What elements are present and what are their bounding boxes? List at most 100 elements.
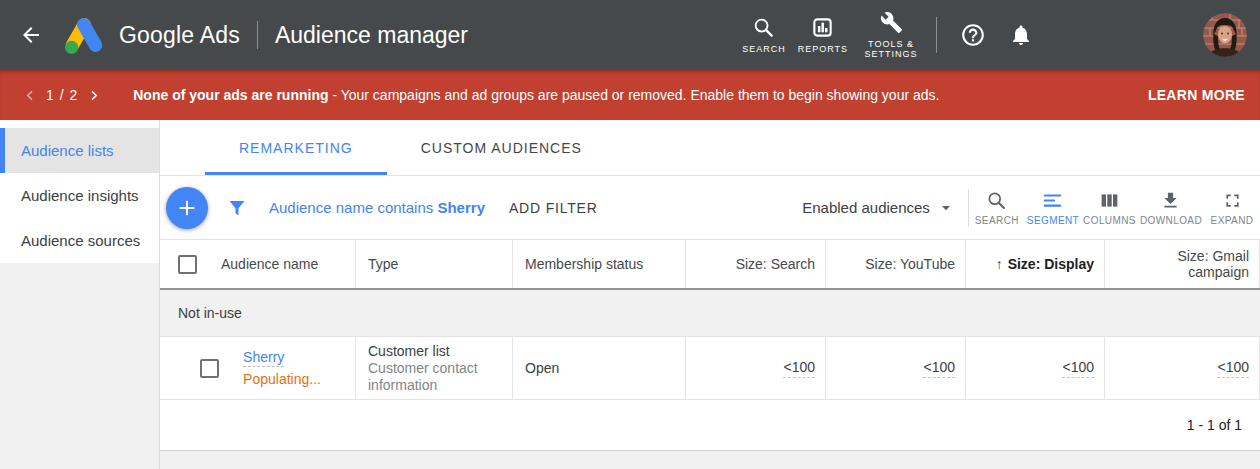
size-value: <100	[783, 359, 815, 378]
table-footer: 1 - 1 of 1	[160, 400, 1260, 450]
help-button[interactable]	[960, 22, 986, 48]
help-icon	[960, 22, 986, 48]
row-checkbox[interactable]	[200, 359, 219, 378]
topbar-left: Google Ads Audience manager	[0, 15, 468, 55]
sidebar: Audience lists Audience insights Audienc…	[0, 120, 160, 469]
account-avatar[interactable]	[1203, 13, 1247, 57]
wrench-icon	[880, 11, 903, 34]
topbar-divider	[257, 21, 258, 49]
alert-banner: 1 / 2 None of your ads are running - You…	[0, 70, 1260, 120]
action-label: EXPAND	[1211, 215, 1254, 226]
column-label: Membership status	[525, 256, 643, 272]
chevron-down-icon	[940, 202, 952, 214]
header-audience-name: Audience name	[160, 240, 356, 288]
notifications-button[interactable]	[1009, 23, 1033, 47]
download-icon	[1160, 190, 1181, 211]
table-header-row: Audience name Type Membership status Siz…	[160, 240, 1260, 288]
segment-action-button[interactable]: SEGMENT	[1025, 190, 1081, 226]
active-filter-chip[interactable]: Audience name contains Sherry	[269, 199, 485, 216]
google-ads-logo-icon[interactable]	[61, 15, 107, 55]
header-size-display[interactable]: ↑ Size: Display	[966, 240, 1105, 288]
banner-prev-button[interactable]	[23, 88, 37, 103]
add-filter-button[interactable]: ADD FILTER	[509, 200, 598, 216]
tab-label: CUSTOM AUDIENCES	[421, 140, 582, 156]
main-panel: REMARKETING CUSTOM AUDIENCES Audience na…	[160, 120, 1260, 469]
main-card: REMARKETING CUSTOM AUDIENCES Audience na…	[160, 120, 1260, 451]
banner-message: None of your ads are running - Your camp…	[133, 87, 939, 103]
columns-icon	[1099, 190, 1120, 211]
sidebar-item-audience-sources[interactable]: Audience sources	[0, 218, 159, 263]
pagination-label: 1 - 1 of 1	[1187, 417, 1242, 433]
action-label: COLUMNS	[1083, 215, 1136, 226]
search-icon	[986, 190, 1007, 211]
audience-name-link[interactable]: Sherry	[243, 349, 284, 367]
header-size-youtube[interactable]: Size: YouTube	[826, 240, 966, 288]
membership-value: Open	[525, 360, 673, 376]
cell-size-gmail: <100	[1105, 337, 1260, 399]
banner-message-rest: - Your campaigns and ad groups are pause…	[329, 87, 940, 103]
sidebar-item-label: Audience insights	[21, 187, 139, 204]
filter-icon[interactable]	[225, 196, 249, 220]
cell-audience-name: Sherry Populating...	[160, 337, 356, 399]
audience-view-select[interactable]: Enabled audiences	[802, 199, 952, 216]
view-select-value: Enabled audiences	[802, 199, 930, 216]
topbar-tools-button[interactable]: TOOLS & SETTINGS	[854, 11, 928, 59]
populating-status: Populating...	[243, 368, 321, 390]
select-all-checkbox[interactable]	[178, 255, 197, 274]
banner-next-button[interactable]	[87, 88, 101, 103]
expand-action-button[interactable]: EXPAND	[1204, 190, 1260, 226]
size-value: <100	[923, 359, 955, 378]
column-label: Size: Display	[1008, 256, 1094, 272]
download-action-button[interactable]: DOWNLOAD	[1138, 190, 1204, 226]
plus-icon	[176, 197, 198, 219]
topbar-right: SEARCH REPORTS TOOLS & SETTINGS	[736, 11, 1260, 59]
table-actions: SEARCH SEGMENT COLUMNS DOWNLOAD	[969, 190, 1260, 226]
back-arrow-icon[interactable]	[19, 23, 43, 47]
banner-pager: 1 / 2	[46, 87, 78, 103]
column-label: Type	[368, 256, 398, 272]
table-toolbar: Audience name contains Sherry ADD FILTER…	[160, 176, 1260, 240]
tab-label: REMARKETING	[239, 140, 353, 156]
sidebar-item-label: Audience lists	[21, 142, 114, 159]
filter-prefix: Audience name contains	[269, 199, 437, 216]
table-row: Sherry Populating... Customer list Custo…	[160, 337, 1260, 400]
column-label: Size: Search	[736, 256, 815, 272]
search-action-button[interactable]: SEARCH	[969, 190, 1025, 226]
cell-type: Customer list Customer contact informati…	[356, 337, 513, 399]
cell-size-youtube: <100	[826, 337, 966, 399]
column-label: Size: YouTube	[865, 256, 955, 272]
banner-message-bold: None of your ads are running	[133, 87, 328, 103]
bell-icon	[1009, 23, 1033, 47]
sidebar-item-label: Audience sources	[21, 232, 140, 249]
brand-name: Google Ads	[119, 22, 240, 49]
cell-size-search: <100	[686, 337, 826, 399]
topbar-search-label: SEARCH	[742, 44, 786, 54]
learn-more-link[interactable]: LEARN MORE	[1148, 87, 1245, 103]
top-app-bar: Google Ads Audience manager SEARCH REPOR…	[0, 0, 1260, 70]
header-size-search[interactable]: Size: Search	[686, 240, 826, 288]
size-value: <100	[1217, 359, 1249, 378]
column-label: Size: Gmail campaign	[1117, 248, 1249, 280]
topbar-divider	[936, 17, 937, 53]
sidebar-panel: Audience lists Audience insights Audienc…	[0, 120, 159, 263]
topbar-reports-label: REPORTS	[798, 44, 848, 54]
sidebar-item-audience-insights[interactable]: Audience insights	[0, 173, 159, 218]
header-type[interactable]: Type	[356, 240, 513, 288]
tab-remarketing[interactable]: REMARKETING	[205, 120, 387, 175]
reports-icon	[811, 16, 834, 39]
header-membership-status[interactable]: Membership status	[513, 240, 686, 288]
sort-ascending-icon: ↑	[996, 256, 1003, 272]
group-row-not-in-use: Not in-use	[160, 288, 1260, 337]
group-label: Not in-use	[178, 305, 242, 321]
action-label: DOWNLOAD	[1140, 215, 1202, 226]
search-icon	[752, 16, 775, 39]
add-audience-button[interactable]	[166, 187, 208, 229]
columns-action-button[interactable]: COLUMNS	[1081, 190, 1138, 226]
tab-bar: REMARKETING CUSTOM AUDIENCES	[160, 120, 1260, 176]
sidebar-item-audience-lists[interactable]: Audience lists	[0, 128, 159, 173]
header-size-gmail[interactable]: Size: Gmail campaign	[1105, 240, 1260, 288]
topbar-search-button[interactable]: SEARCH	[736, 16, 792, 54]
topbar-reports-button[interactable]: REPORTS	[792, 16, 854, 54]
expand-icon	[1222, 190, 1243, 211]
tab-custom-audiences[interactable]: CUSTOM AUDIENCES	[387, 120, 616, 175]
